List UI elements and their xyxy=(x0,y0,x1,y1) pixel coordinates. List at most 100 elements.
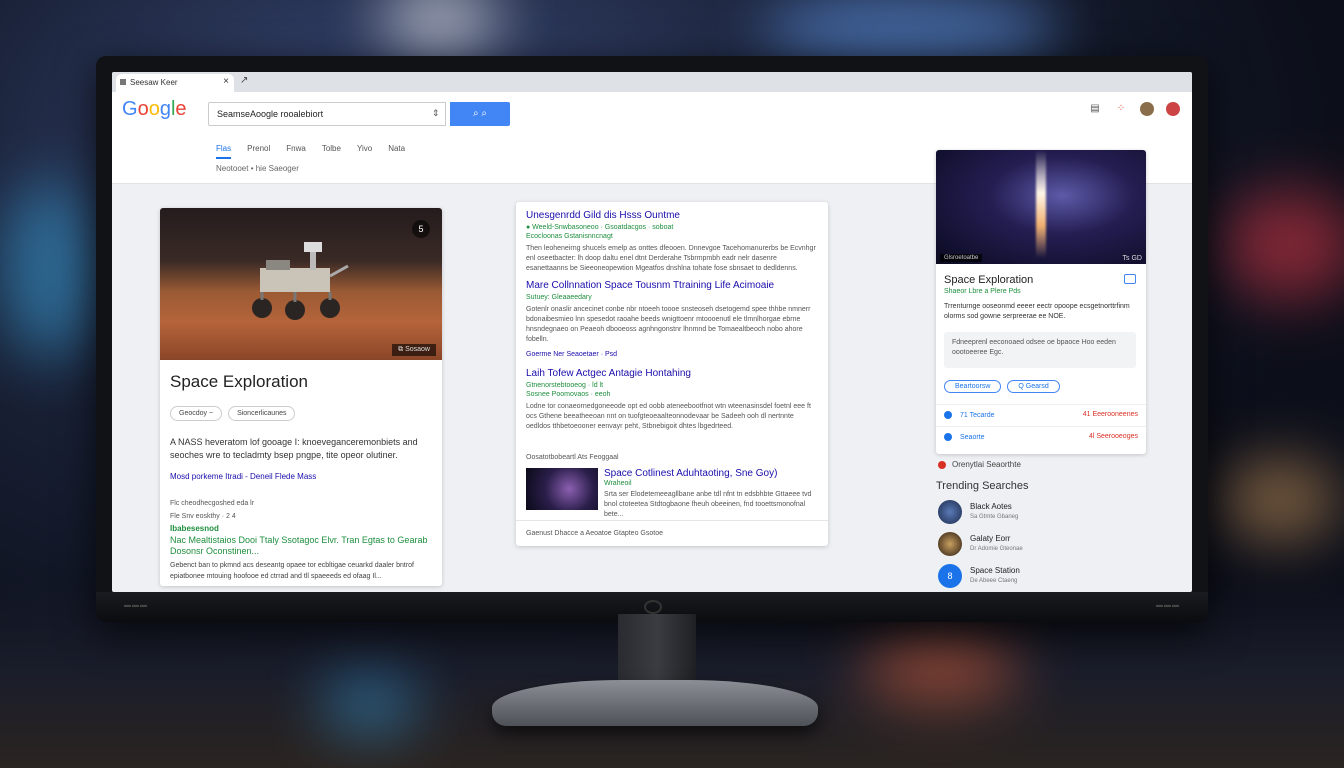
tab-bar: Seesaw Keer × ↗ xyxy=(112,72,1192,92)
rocket-launch-image[interactable]: Glsroetoatbe Ts GD xyxy=(936,150,1146,264)
search-nav-tabs: Flas Prenol Fnwa Tolbe Yivo Nata xyxy=(216,144,405,159)
result-snippet: Gebenct ban to pkmnd acs deseantg opaee … xyxy=(170,562,414,580)
rocket-illustration xyxy=(1036,150,1046,258)
panel-title: Space Exploration xyxy=(944,274,1034,286)
result-snippet: Lodne tor conaeornedgoneeode opt ed oobb… xyxy=(526,403,811,430)
result-url: ● Weeld-Snwbasoneoo · Gsoatdacgos · sobo… xyxy=(526,224,674,231)
background-light xyxy=(1220,190,1344,300)
background-light xyxy=(1220,460,1340,540)
search-results-card: Unesgenrdd Gild dis Hsss Ountme ● Weeld-… xyxy=(516,202,828,546)
trending-item[interactable]: Black Aotes Sa Gtmte Gbaneg xyxy=(938,500,1118,526)
source-label: Ibabesesnod xyxy=(170,524,219,533)
result-link[interactable]: Nac Mealtistaios Dooi Ttaly Ssotagoc Elv… xyxy=(170,535,436,557)
tab-images[interactable]: Prenol xyxy=(247,144,270,159)
power-button[interactable] xyxy=(644,600,662,614)
filter-chips: Geocdoy ~ Sioncerlicaunes xyxy=(170,406,296,421)
trending-name: Galaty Eorr xyxy=(970,534,1011,543)
monitor-base xyxy=(492,680,818,726)
search-result[interactable]: Laih Tofew Actgec Antagie Hontahing Gtne… xyxy=(526,368,820,432)
tab-news[interactable]: Fnwa xyxy=(286,144,306,159)
result-url: Gtnenorstebtooeog · ld lt xyxy=(526,382,604,389)
favicon-icon xyxy=(120,79,126,85)
panel-subtitle[interactable]: Shaeor Lbre a Plere Pds xyxy=(944,288,1021,295)
trending-item[interactable]: 8 Space Station De Abeee Ctaeng xyxy=(938,564,1118,590)
bezel-label: ▬▬▬ xyxy=(1156,602,1180,609)
result-title[interactable]: Laih Tofew Actgec Antagie Hontahing xyxy=(526,368,820,380)
check-icon xyxy=(944,411,952,419)
google-logo[interactable]: Google xyxy=(122,98,187,121)
header-icons: ▤ ⁘ xyxy=(1088,102,1180,116)
video-section-label: Oosatotbobeartl Ats Feoggaal xyxy=(526,454,619,461)
search-result[interactable]: Unesgenrdd Gild dis Hsss Ountme ● Weeld-… xyxy=(526,210,820,274)
trending-avatar xyxy=(938,500,962,524)
space-station-icon: 8 xyxy=(938,564,962,588)
panel-actions: Beartoorsw Q Gearsd xyxy=(944,380,1060,393)
result-snippet: Then leoheneirng shucels emelp as onttes… xyxy=(526,245,816,272)
video-result[interactable]: Space Cotlinest Aduhtaoting, Sne Goy) Wr… xyxy=(526,468,820,518)
rover-illustration xyxy=(252,242,349,320)
result-title[interactable]: Space Exploration xyxy=(170,372,308,392)
profile-avatar[interactable] xyxy=(1166,102,1180,116)
result-meta: Fle Snv eoskthy · 2 4 xyxy=(170,513,236,520)
result-footer-link[interactable]: Goerme Ner Seaoetaer · Psd xyxy=(526,351,820,358)
featured-result-card[interactable]: 5 ⧉ Sosaow Space Exploration Geocdoy ~ S… xyxy=(160,208,442,586)
monitor-stand xyxy=(618,614,696,686)
trending-subtitle: De Abeee Ctaeng xyxy=(970,578,1018,584)
panel-action-button[interactable]: Q Gearsd xyxy=(1007,380,1060,393)
result-snippet: Gotenlr onaslir ancecinet conbe nbr ntoe… xyxy=(526,306,811,343)
browser-window: Seesaw Keer × ↗ Google SeamseAoogle rooa… xyxy=(112,72,1192,592)
tab-more[interactable]: Nata xyxy=(388,144,405,159)
tab-title: Seesaw Keer xyxy=(130,78,178,87)
video-snippet: Srta ser Elodetemeeagllbane anbe tdl nfn… xyxy=(604,491,812,518)
image-caption: Ts GD xyxy=(1122,255,1142,262)
new-tab-icon[interactable]: ↗ xyxy=(240,75,248,86)
knowledge-panel: Glsroetoatbe Ts GD Space Exploration Sha… xyxy=(936,150,1146,454)
mars-rover-image[interactable]: 5 ⧉ Sosaow xyxy=(160,208,442,360)
video-url: Wraheoil xyxy=(604,480,632,487)
filter-chip[interactable]: Sioncerlicaunes xyxy=(228,406,296,421)
trending-title: Trending Searches xyxy=(936,480,1029,492)
panel-row[interactable]: Seaorte 4l Seerooeoges xyxy=(936,426,1146,448)
background-light xyxy=(320,680,420,730)
panel-action-button[interactable]: Beartoorsw xyxy=(944,380,1002,393)
search-icon: ⌕ ⌕ xyxy=(473,108,487,119)
share-icon[interactable] xyxy=(1124,274,1136,284)
trending-avatar xyxy=(938,532,962,556)
tab-all[interactable]: Flas xyxy=(216,144,232,159)
browser-tab[interactable]: Seesaw Keer × xyxy=(116,74,234,92)
result-link[interactable]: Mosd porkeme Itradi - Deneil Flede Mass xyxy=(170,472,316,481)
trending-subtitle: Dr Adomie Gteonae xyxy=(970,546,1023,552)
video-thumbnail[interactable] xyxy=(526,468,598,510)
check-icon xyxy=(944,433,952,441)
image-caption: Glsroetoatbe xyxy=(940,254,983,262)
bezel-label: ▬▬▬ xyxy=(124,602,148,609)
results-footer[interactable]: Gaenust Dhacce a Aeoatoe Gtapteo Gsotoe xyxy=(516,520,828,546)
trending-item[interactable]: Galaty Eorr Dr Adomie Gteonae xyxy=(938,532,1118,558)
panel-info-box: Fdneeprenl eeconoaed odsee oe bpaoce Hoo… xyxy=(944,332,1136,368)
result-url: Ecocloonas Gstanisnncnagt xyxy=(526,233,613,240)
tab-videos[interactable]: Tolbe xyxy=(322,144,341,159)
panel-description: Trrenturnge ooseonmd eeeer eectr opoope … xyxy=(944,303,1130,320)
filter-chip[interactable]: Geocdoy ~ xyxy=(170,406,223,421)
result-url: Sutuey: Gleaaeedary xyxy=(526,294,592,301)
related-link[interactable]: Orenytlai Seaorthte xyxy=(938,460,1021,469)
avatar[interactable] xyxy=(1140,102,1154,116)
search-button[interactable]: ⌕ ⌕ xyxy=(450,102,510,126)
results-info: Neotooet • hie Saeoger xyxy=(216,164,299,173)
background-light xyxy=(380,0,500,60)
panel-row[interactable]: 71 Tecarde 41 Eeerooneenes xyxy=(936,404,1146,426)
result-title[interactable]: Mare Collnnation Space Tousnm Ttraining … xyxy=(526,280,820,292)
search-input[interactable]: SeamseAoogle rooalebiort xyxy=(208,102,446,126)
voice-search-icon[interactable]: ⇕ xyxy=(432,108,440,119)
grid-icon[interactable]: ▤ xyxy=(1088,102,1102,116)
apps-icon[interactable]: ⁘ xyxy=(1114,102,1128,116)
image-count-badge[interactable]: 5 xyxy=(412,220,430,238)
search-result[interactable]: Mare Collnnation Space Tousnm Ttraining … xyxy=(526,280,820,358)
tab-maps[interactable]: Yivo xyxy=(357,144,372,159)
image-caption: ⧉ Sosaow xyxy=(392,344,436,356)
monitor: Seesaw Keer × ↗ Google SeamseAoogle rooa… xyxy=(96,56,1208,622)
result-title[interactable]: Unesgenrdd Gild dis Hsss Ountme xyxy=(526,210,820,222)
video-title[interactable]: Space Cotlinest Aduhtaoting, Sne Goy) xyxy=(604,468,777,479)
close-tab-icon[interactable]: × xyxy=(223,76,229,87)
trending-name: Black Aotes xyxy=(970,502,1012,511)
